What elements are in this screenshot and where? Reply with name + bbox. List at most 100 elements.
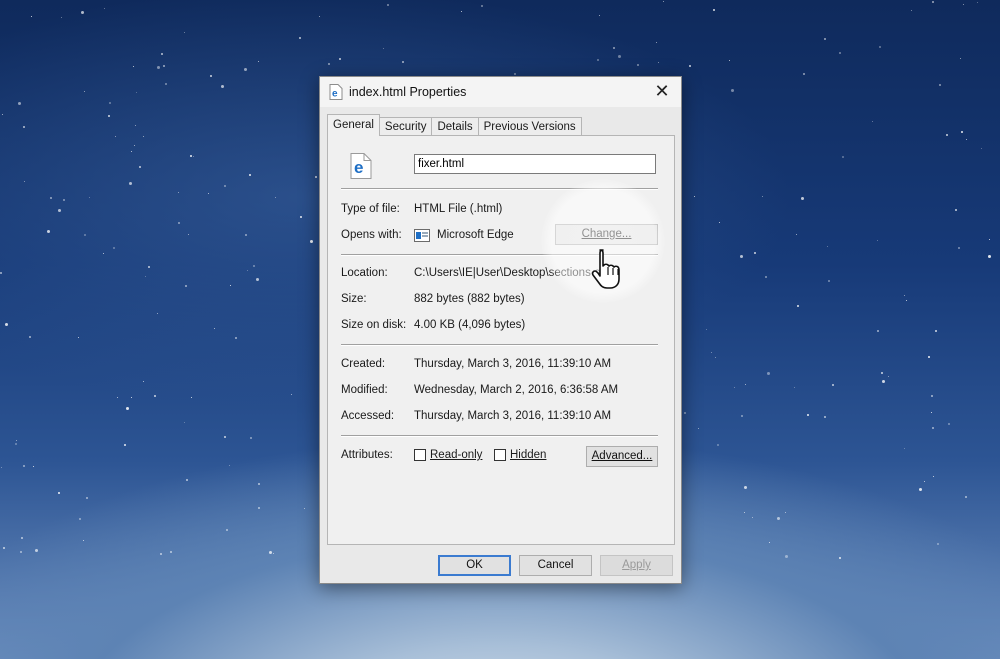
star [740,255,743,258]
star [178,222,180,224]
star [754,252,756,254]
star [21,537,23,539]
star [961,131,963,133]
star [461,11,462,12]
svg-text:e: e [354,158,363,177]
star [599,15,600,16]
star [877,240,878,241]
star [224,185,226,187]
star [58,209,61,212]
star [139,166,141,168]
star [731,89,734,92]
opens-with-value: Microsoft Edge [437,229,514,241]
star [23,465,25,467]
star [163,65,165,67]
change-button[interactable]: Change... [555,224,658,245]
star [160,553,162,555]
star [1,467,2,468]
star [249,174,251,176]
star [932,427,934,429]
star [84,91,85,92]
star [299,37,301,39]
star [955,209,957,211]
star [803,73,805,75]
star [694,196,695,197]
star [872,121,873,122]
star [711,352,712,353]
star [729,60,730,61]
star [842,156,844,158]
star [911,10,912,11]
star [904,295,905,296]
star [924,481,925,482]
star [383,48,384,49]
advanced-button[interactable]: Advanced... [586,446,658,467]
star [161,53,163,55]
star [186,479,188,481]
star [79,518,81,520]
star [339,58,341,60]
star [300,216,302,218]
star [713,9,715,11]
star [963,4,964,5]
file-name-input[interactable] [414,154,656,174]
star [165,83,167,85]
star [20,551,22,553]
star [3,547,5,549]
microsoft-edge-icon [414,229,430,242]
star [84,234,86,236]
star [256,278,259,281]
hidden-checkbox[interactable] [494,449,506,461]
star [387,4,389,6]
window-title: index.html Properties [349,85,467,99]
modified-label: Modified: [341,384,388,396]
star [29,336,31,338]
star [2,114,3,115]
hand-pointer-icon [591,249,620,289]
star [827,246,828,247]
star [18,102,21,105]
star [78,337,79,338]
star [15,443,17,445]
star [767,372,770,375]
star [734,387,735,388]
star [58,492,60,494]
star [689,65,691,67]
star [879,46,881,48]
tab-general[interactable]: General [327,114,380,136]
cancel-button[interactable]: Cancel [519,555,592,576]
star [613,47,615,49]
star [310,240,313,243]
close-button[interactable]: ✕ [652,81,672,101]
star [402,61,404,63]
edge-file-icon: e [350,153,372,179]
advanced-button-label: Advanced... [591,450,653,462]
star [190,155,192,157]
star [0,272,2,274]
tab-security[interactable]: Security [378,117,433,136]
star [839,557,841,559]
star [273,553,274,554]
star [50,197,52,199]
title-bar: e index.html Properties ✕ [320,77,681,107]
tab-details[interactable]: Details [431,117,479,136]
star [888,376,889,377]
created-value: Thursday, March 3, 2016, 11:39:10 AM [414,358,612,370]
star [988,255,991,258]
star [157,66,160,69]
apply-button[interactable]: Apply [600,555,673,576]
star [258,61,259,62]
read-only-checkbox[interactable] [414,449,426,461]
star [777,517,780,520]
star [83,540,84,541]
tab-strip: General Security Details Previous Versio… [327,114,582,136]
tab-previous-versions[interactable]: Previous Versions [477,117,582,136]
star [131,151,132,152]
ok-button[interactable]: OK [438,555,511,576]
size-on-disk-label: Size on disk: [341,319,407,331]
star [824,416,826,418]
opens-with-label: Opens with: [341,229,402,241]
star [933,476,934,477]
divider [341,188,658,190]
star [148,266,150,268]
